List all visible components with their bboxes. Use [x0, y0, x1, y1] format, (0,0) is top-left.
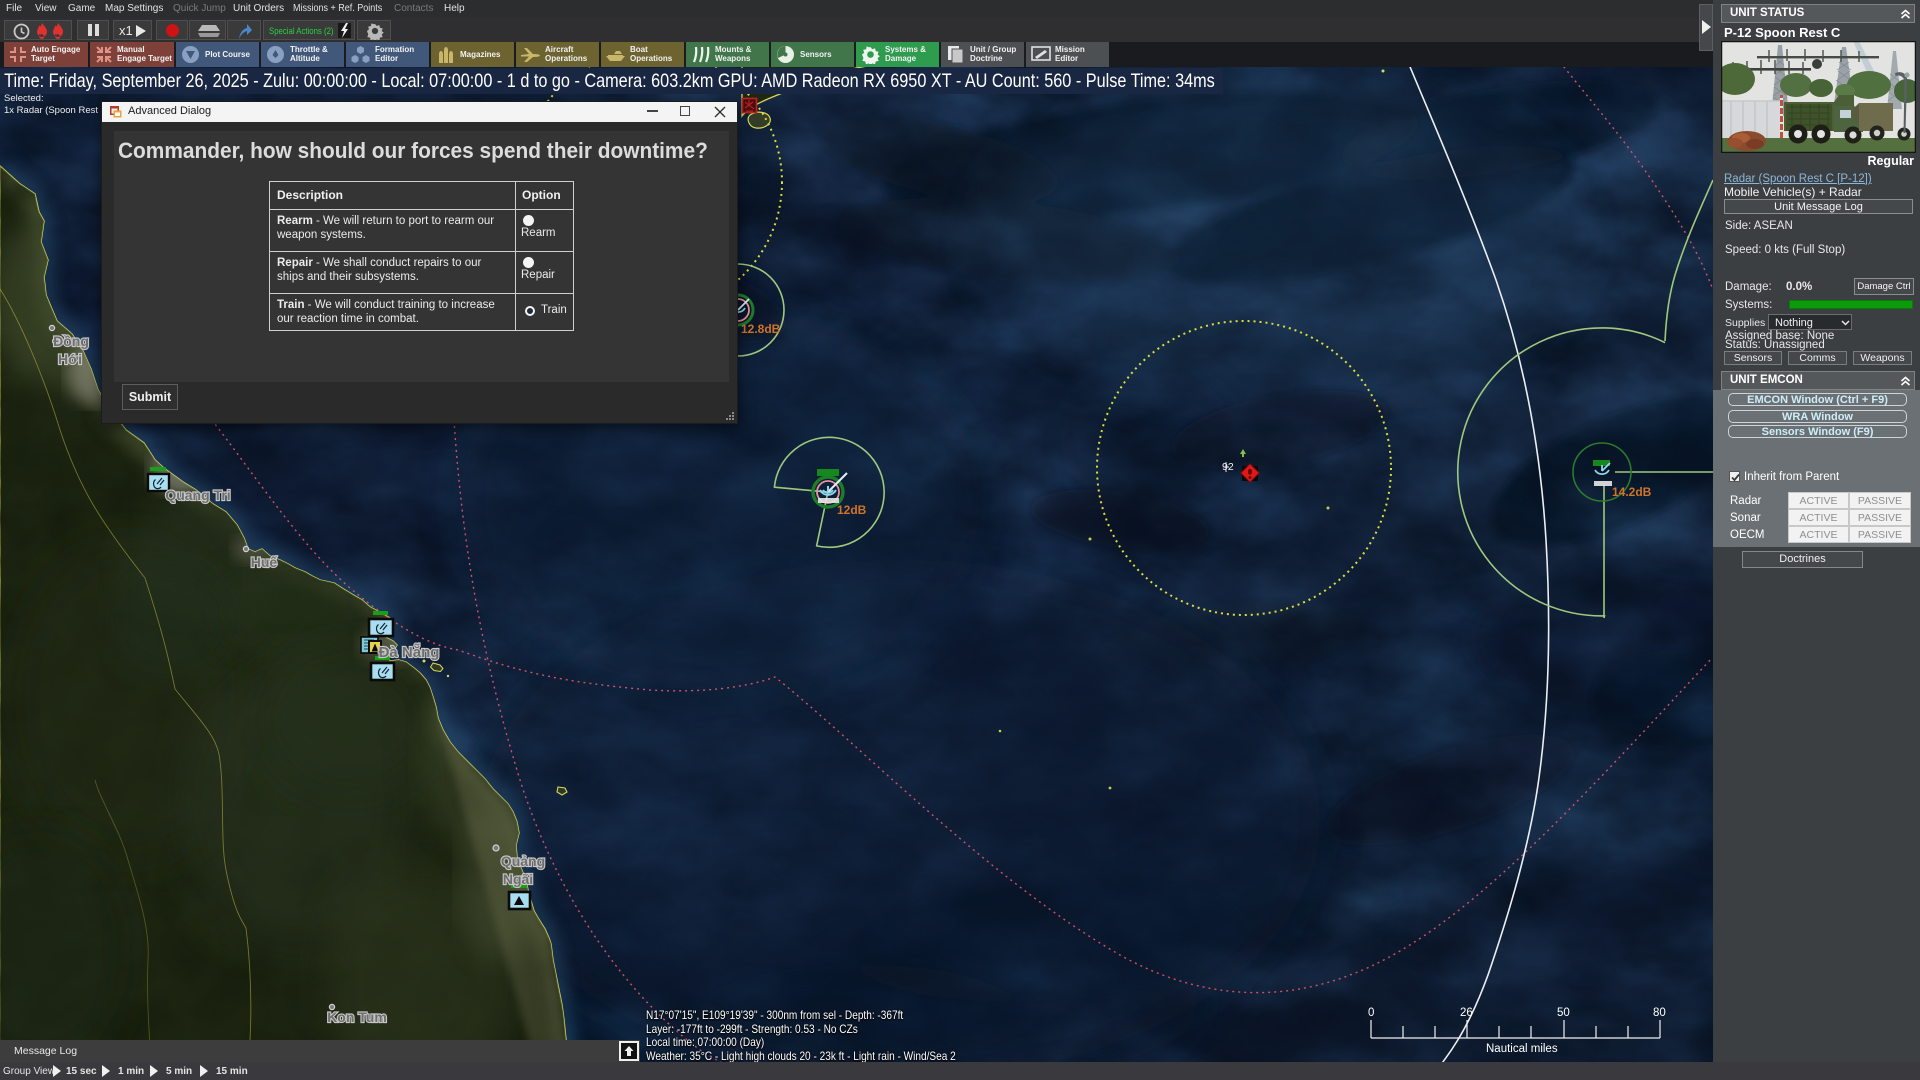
svg-text:Hới: Hới	[58, 351, 82, 367]
svg-text:14.2dB: 14.2dB	[1612, 485, 1652, 499]
svg-text:Kon Tum: Kon Tum	[327, 1009, 387, 1025]
svg-text:Đồng: Đồng	[53, 333, 89, 349]
svg-text:Quang Tri: Quang Tri	[165, 487, 230, 503]
svg-text:12dB: 12dB	[837, 503, 867, 517]
svg-text:80: 80	[1653, 1007, 1666, 1019]
svg-text:0: 0	[1368, 1007, 1374, 1019]
svg-text:Đà Nẵng: Đà Nẵng	[379, 644, 440, 661]
svg-text:Ngãi: Ngãi	[503, 871, 533, 887]
svg-text:12.8dB: 12.8dB	[741, 322, 781, 336]
svg-text:26: 26	[1460, 1007, 1473, 1019]
svg-text:50: 50	[1557, 1007, 1570, 1019]
svg-text:Nautical miles: Nautical miles	[1486, 1043, 1558, 1055]
svg-text:Huế: Huế	[251, 554, 278, 570]
svg-text:Quảng: Quảng	[501, 853, 545, 869]
